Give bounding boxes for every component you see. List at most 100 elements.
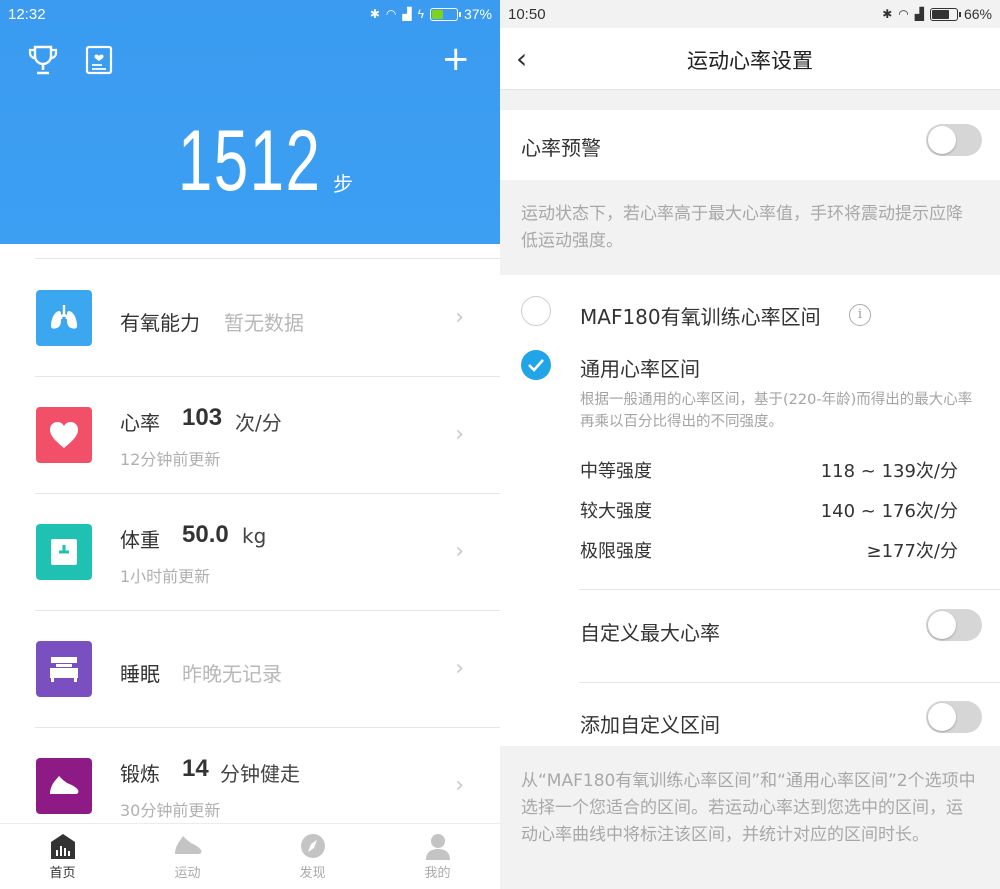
custom-max-label: 自定义最大心率 xyxy=(580,621,720,645)
zone-row: 极限强度 ≥177次/分 xyxy=(580,537,958,563)
zone-name: 中等强度 xyxy=(580,461,652,482)
divider xyxy=(35,258,500,259)
shoe-icon xyxy=(36,758,92,814)
bluetooth-icon: ✱ xyxy=(369,7,380,21)
trophy-icon[interactable] xyxy=(28,44,58,76)
tab-label: 首页 xyxy=(49,866,76,881)
scale-icon xyxy=(36,524,92,580)
status-bar: 10:50 ✱ ◠ ▟ 66% xyxy=(500,0,1000,28)
steps-unit: 步 xyxy=(333,172,353,196)
heart-rate-value: 103 xyxy=(182,404,223,431)
zone-name: 极限强度 xyxy=(580,541,652,562)
battery-percent: 66% xyxy=(963,6,992,22)
nav-bar: ‹ 运动心率设置 xyxy=(500,28,1000,90)
chevron-right-icon: › xyxy=(455,773,464,798)
footer-hint: 从“MAF180有氧训练心率区间”和“通用心率区间”2个选项中选择一个您适合的区… xyxy=(521,771,976,845)
updated-time: 1小时前更新 xyxy=(120,567,211,586)
chevron-right-icon: › xyxy=(455,422,464,447)
maf-label[interactable]: MAF180有氧训练心率区间 xyxy=(580,301,821,330)
list-item-heart-rate[interactable]: 心率 103 次/分 12分钟前更新 › xyxy=(0,377,500,494)
bluetooth-icon: ✱ xyxy=(882,7,893,21)
zone-range: 118 ~ 139次/分 xyxy=(820,461,958,482)
zone-options: MAF180有氧训练心率区间 i 通用心率区间 根据一般通用的心率区间，基于(2… xyxy=(500,275,1000,746)
toggle-knob xyxy=(928,703,956,731)
lungs-icon xyxy=(36,290,92,346)
item-nodata: 暂无数据 xyxy=(224,311,304,335)
compass-icon xyxy=(300,834,325,858)
chevron-right-icon: › xyxy=(455,305,464,330)
bottom-tab-bar: 首页 运动 发现 我的 xyxy=(0,823,500,889)
item-nodata: 昨晚无记录 xyxy=(182,662,282,686)
wifi-icon: ◠ xyxy=(385,7,397,21)
custom-zone-label: 添加自定义区间 xyxy=(580,713,720,737)
zone-range: ≥177次/分 xyxy=(866,541,958,562)
shoe-icon xyxy=(174,836,201,854)
item-label: 体重 xyxy=(120,528,160,552)
general-radio[interactable] xyxy=(521,350,551,380)
alert-hint: 运动状态下，若心率高于最大心率值，手环将震动提示应降低运动强度。 xyxy=(521,204,963,251)
zone-name: 较大强度 xyxy=(580,501,652,522)
item-label: 有氧能力 xyxy=(120,311,200,335)
item-label: 心率 xyxy=(120,411,160,435)
home-screen: 12:32 ✱ ◠ ▟ ϟ 37% + 1512 步 有氧能力 暂无数据 › 心… xyxy=(0,0,500,889)
charging-icon: ϟ xyxy=(417,7,424,21)
updated-time: 12分钟前更新 xyxy=(120,450,221,469)
maf-radio[interactable] xyxy=(521,296,551,326)
home-chart-icon xyxy=(50,834,75,859)
zone-range: 140 ~ 176次/分 xyxy=(820,501,958,522)
zone-row: 中等强度 118 ~ 139次/分 xyxy=(580,457,958,483)
exercise-unit: 分钟健走 xyxy=(220,762,300,786)
toggle-knob xyxy=(928,611,956,639)
divider xyxy=(579,589,1000,590)
weight-value: 50.0 xyxy=(182,521,229,548)
heart-rate-unit: 次/分 xyxy=(235,411,282,435)
custom-max-toggle[interactable] xyxy=(926,609,982,641)
signal-icon: ▟ xyxy=(914,7,924,21)
check-icon xyxy=(528,359,544,372)
alert-toggle[interactable] xyxy=(926,124,982,156)
chevron-right-icon: › xyxy=(455,656,464,681)
step-count: 1512 步 xyxy=(0,112,500,211)
tab-profile[interactable]: 我的 xyxy=(375,824,500,889)
battery-percent: 37% xyxy=(463,6,492,22)
tab-label: 我的 xyxy=(424,866,451,881)
general-desc: 根据一般通用的心率区间，基于(220-年龄)而得出的最大心率再乘以百分比得出的不… xyxy=(580,392,973,430)
alert-label: 心率预警 xyxy=(521,136,601,160)
toggle-knob xyxy=(928,126,956,154)
exercise-value: 14 xyxy=(182,755,209,782)
bed-icon xyxy=(36,641,92,697)
alert-row: 心率预警 xyxy=(500,110,1000,180)
item-label: 锻炼 xyxy=(120,762,160,786)
battery-icon xyxy=(929,7,961,21)
tab-label: 运动 xyxy=(174,866,201,881)
list-item-sleep[interactable]: 睡眠 昨晚无记录 › xyxy=(0,611,500,728)
page-title: 运动心率设置 xyxy=(687,49,813,73)
heart-rate-settings-screen: 10:50 ✱ ◠ ▟ 66% ‹ 运动心率设置 心率预警 运动状态下，若心率高… xyxy=(500,0,1000,889)
custom-zone-toggle[interactable] xyxy=(926,701,982,733)
list-item-weight[interactable]: 体重 50.0 kg 1小时前更新 › xyxy=(0,494,500,611)
status-bar: 12:32 ✱ ◠ ▟ ϟ 37% xyxy=(0,0,500,28)
signal-icon: ▟ xyxy=(402,7,412,21)
item-label: 睡眠 xyxy=(120,662,160,686)
updated-time: 30分钟前更新 xyxy=(120,801,221,820)
status-time: 10:50 xyxy=(508,5,546,23)
tab-workout[interactable]: 运动 xyxy=(125,824,250,889)
list-item-aerobic[interactable]: 有氧能力 暂无数据 › xyxy=(0,260,500,377)
status-time: 12:32 xyxy=(8,5,46,23)
general-label[interactable]: 通用心率区间 xyxy=(580,353,700,382)
chevron-right-icon: › xyxy=(455,539,464,564)
steps-value: 1512 xyxy=(178,113,322,209)
heart-icon xyxy=(36,407,92,463)
add-button[interactable]: + xyxy=(442,42,471,76)
battery-icon xyxy=(429,7,461,21)
tab-discover[interactable]: 发现 xyxy=(250,824,375,889)
tab-label: 发现 xyxy=(299,866,326,881)
info-icon[interactable]: i xyxy=(849,304,871,326)
weight-unit: kg xyxy=(242,524,267,548)
steps-header: 12:32 ✱ ◠ ▟ ϟ 37% + 1512 步 xyxy=(0,0,500,244)
health-report-icon[interactable] xyxy=(84,44,114,76)
tab-home[interactable]: 首页 xyxy=(0,824,125,889)
wifi-icon: ◠ xyxy=(898,7,909,21)
zone-row: 较大强度 140 ~ 176次/分 xyxy=(580,497,958,523)
divider xyxy=(579,682,1000,683)
